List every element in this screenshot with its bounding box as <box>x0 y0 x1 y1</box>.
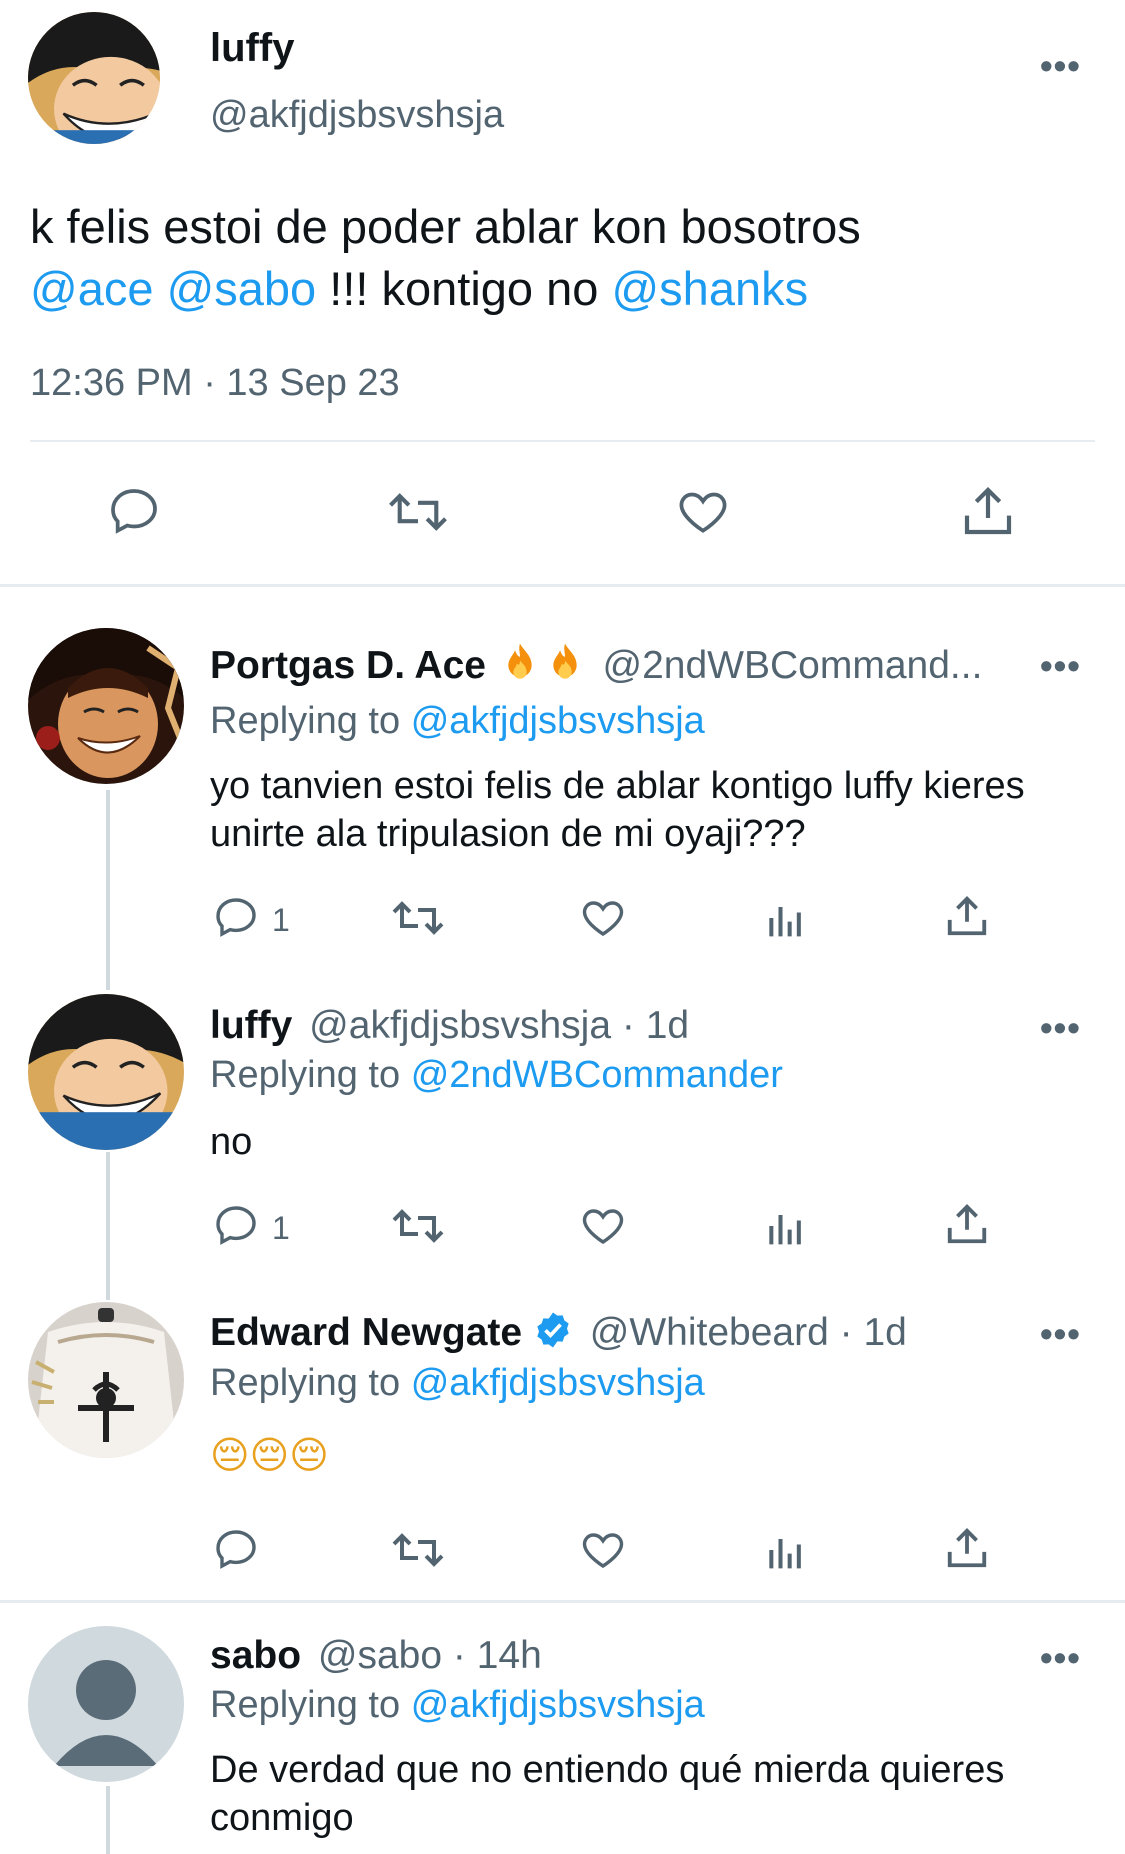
replying-label: Replying to <box>210 1684 401 1726</box>
reply-icon[interactable] <box>212 1526 260 1574</box>
replying-label: Replying to <box>210 1362 401 1404</box>
retweet-icon[interactable] <box>390 1526 446 1574</box>
tweet-timestamp[interactable]: 12:36 PM · 13 Sep 23 <box>30 362 400 405</box>
more-options-icon[interactable]: ••• <box>1040 1316 1081 1352</box>
reply-icon[interactable] <box>212 1202 260 1250</box>
replying-label: Replying to <box>210 700 401 742</box>
reply-text: yo tanvien estoi felis de ablar kontigo … <box>210 765 1025 855</box>
fire-icon <box>548 642 582 688</box>
reply-author-handle[interactable]: @Whitebeard · 1d <box>590 1311 907 1354</box>
main-tweet-name[interactable]: luffy <box>210 26 294 71</box>
avatar-default[interactable] <box>28 1626 184 1782</box>
tweet-text-mid: !!! kontigo no <box>329 262 599 315</box>
replying-to: Replying to @akfjdjsbsvshsja <box>210 1684 705 1727</box>
analytics-icon[interactable] <box>764 1204 808 1248</box>
reply-author-handle[interactable]: @akfjdjsbsvshsja · 1d <box>309 1004 689 1047</box>
replying-to-handle[interactable]: @akfjdjsbsvshsja <box>411 1684 705 1726</box>
reply-author-handle[interactable]: @2ndWBCommand... <box>603 644 983 687</box>
avatar-whitebeard[interactable] <box>28 1302 184 1458</box>
retweet-icon[interactable] <box>386 484 450 540</box>
share-icon[interactable] <box>944 892 990 940</box>
replying-to: Replying to @2ndWBCommander <box>210 1054 783 1097</box>
tweet-text-line1: k felis estoi de poder ablar kon bosotro… <box>30 200 861 253</box>
replying-to-handle[interactable]: @2ndWBCommander <box>411 1054 783 1096</box>
analytics-icon[interactable] <box>764 1528 808 1572</box>
mention-sabo[interactable]: @sabo <box>167 262 317 315</box>
more-options-icon[interactable]: ••• <box>1040 48 1081 84</box>
like-icon[interactable] <box>674 484 732 540</box>
divider <box>30 440 1095 442</box>
reply-count: 1 <box>272 1210 290 1246</box>
mention-ace[interactable]: @ace <box>30 262 154 315</box>
replying-label: Replying to <box>210 1054 401 1096</box>
reply-text: 😔😔😔 <box>210 1435 329 1477</box>
reply-icon[interactable] <box>212 894 260 942</box>
main-tweet-text: k felis estoi de poder ablar kon bosotro… <box>30 196 1090 320</box>
retweet-icon[interactable] <box>390 894 446 942</box>
reply-icon[interactable] <box>106 484 162 540</box>
thread-line <box>106 790 110 990</box>
reply-author-name[interactable]: Edward Newgate <box>210 1311 522 1354</box>
fire-icon <box>503 642 537 688</box>
like-icon[interactable] <box>578 894 628 942</box>
like-icon[interactable] <box>578 1202 628 1250</box>
avatar-ace[interactable] <box>28 628 184 784</box>
verified-badge-icon <box>533 1310 573 1355</box>
replying-to-handle[interactable]: @akfjdjsbsvshsja <box>411 1362 705 1404</box>
share-icon[interactable] <box>944 1524 990 1572</box>
section-divider <box>0 584 1125 587</box>
like-icon[interactable] <box>578 1526 628 1574</box>
thread-line <box>106 1152 110 1300</box>
reply-author-handle[interactable]: @sabo · 14h <box>318 1634 542 1677</box>
retweet-icon[interactable] <box>390 1202 446 1250</box>
share-icon[interactable] <box>960 482 1016 540</box>
reply-author-name[interactable]: Portgas D. Ace <box>210 644 486 687</box>
more-options-icon[interactable]: ••• <box>1040 1010 1081 1046</box>
reply-author-name[interactable]: luffy <box>210 1004 292 1047</box>
reply-author-name[interactable]: sabo <box>210 1634 301 1677</box>
reply-header: sabo @sabo · 14h <box>210 1634 542 1678</box>
reply-text: no <box>210 1121 253 1163</box>
replying-to: Replying to @akfjdjsbsvshsja <box>210 700 705 743</box>
mention-shanks[interactable]: @shanks <box>611 262 808 315</box>
main-tweet-handle[interactable]: @akfjdjsbsvshsja <box>210 94 504 137</box>
section-divider <box>0 1600 1125 1603</box>
more-options-icon[interactable]: ••• <box>1040 648 1081 684</box>
avatar-luffy[interactable] <box>28 994 184 1150</box>
share-icon[interactable] <box>944 1200 990 1248</box>
analytics-icon[interactable] <box>764 896 808 940</box>
reply-header: Edward Newgate @Whitebeard · 1d <box>210 1310 907 1355</box>
avatar-luffy-main[interactable] <box>28 12 160 144</box>
reply-header: luffy @akfjdjsbsvshsja · 1d <box>210 1004 689 1048</box>
thread-line <box>106 1786 110 1854</box>
reply-header: Portgas D. Ace @2ndWBCommand... <box>210 642 982 688</box>
reply-count: 1 <box>272 902 290 938</box>
replying-to-handle[interactable]: @akfjdjsbsvshsja <box>411 700 705 742</box>
reply-text: De verdad que no entiendo qué mierda qui… <box>210 1749 1005 1839</box>
more-options-icon[interactable]: ••• <box>1040 1640 1081 1676</box>
replying-to: Replying to @akfjdjsbsvshsja <box>210 1362 705 1405</box>
